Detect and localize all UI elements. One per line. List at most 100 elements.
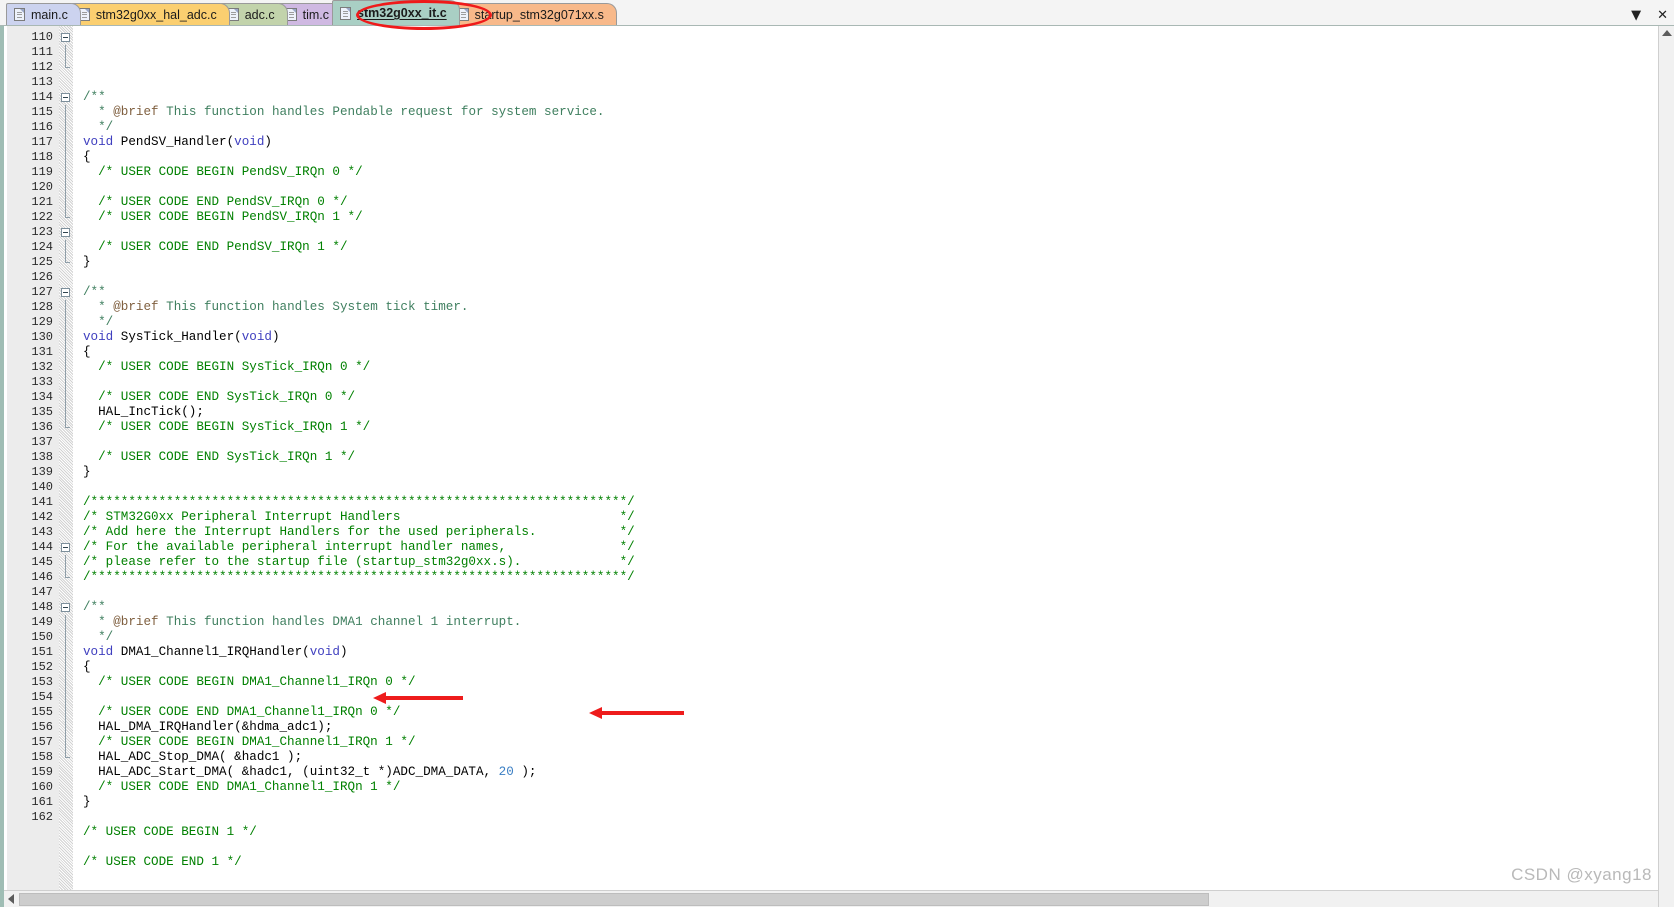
- code-line: /**: [83, 285, 1674, 300]
- code-token: HAL_DMA_IRQHandler(&hdma_adc1);: [83, 720, 333, 734]
- code-token: HAL_ADC_Start_DMA( &hadc1, (uint32_t *)A…: [83, 765, 499, 779]
- code-text-area[interactable]: /** * @brief This function handles Penda…: [73, 26, 1674, 907]
- line-number: 138: [31, 450, 53, 464]
- code-line: /**: [83, 90, 1674, 105]
- scroll-left-arrow-icon[interactable]: [8, 894, 14, 904]
- code-token: }: [83, 795, 91, 809]
- code-line: * @brief This function handles Pendable …: [83, 105, 1674, 120]
- code-token: @brief: [113, 105, 159, 119]
- code-line: HAL_DMA_IRQHandler(&hdma_adc1);: [83, 720, 1674, 735]
- code-token: /* USER CODE BEGIN DMA1_Channel1_IRQn 0 …: [83, 675, 416, 689]
- fold-guide-line: [65, 240, 66, 255]
- line-number: 113: [31, 75, 53, 89]
- code-folding-margin[interactable]: [59, 26, 73, 907]
- code-line: * @brief This function handles System ti…: [83, 300, 1674, 315]
- code-line: void DMA1_Channel1_IRQHandler(void): [83, 645, 1674, 660]
- fold-marker-cell: [59, 45, 73, 60]
- fold-marker-cell[interactable]: [59, 90, 73, 105]
- fold-marker-cell: [59, 765, 73, 780]
- line-number: 137: [31, 435, 53, 449]
- fold-guide-line: [65, 180, 66, 195]
- fold-marker-cell: [59, 405, 73, 420]
- fold-guide-line: [65, 300, 66, 315]
- code-token: /* USER CODE END PendSV_IRQn 1 */: [83, 240, 348, 254]
- line-number: 139: [31, 465, 53, 479]
- fold-collapse-icon[interactable]: [61, 543, 70, 552]
- line-number: 134: [31, 390, 53, 404]
- scroll-up-arrow-icon[interactable]: [1662, 30, 1672, 36]
- fold-guide-line: [65, 165, 66, 180]
- code-line: /* USER CODE BEGIN PendSV_IRQn 0 */: [83, 165, 1674, 180]
- editor-tab-stm32g0xx-it-c[interactable]: stm32g0xx_it.c: [332, 0, 460, 25]
- fold-end-marker: [65, 210, 70, 218]
- code-line: void PendSV_Handler(void): [83, 135, 1674, 150]
- fold-guide-line: [65, 135, 66, 150]
- code-token: /* USER CODE BEGIN SysTick_IRQn 0 */: [83, 360, 371, 374]
- code-line: /* USER CODE END DMA1_Channel1_IRQn 1 */: [83, 780, 1674, 795]
- code-token: /* USER CODE BEGIN DMA1_Channel1_IRQn 1 …: [83, 735, 416, 749]
- code-token: {: [83, 345, 91, 359]
- fold-guide-line: [65, 615, 66, 630]
- fold-collapse-icon[interactable]: [61, 93, 70, 102]
- fold-marker-cell[interactable]: [59, 540, 73, 555]
- tab-list: main.c stm32g0xx_hal_adc.c adc.c tim.c stm32…: [6, 0, 617, 25]
- line-number: 117: [31, 135, 53, 149]
- code-token: */: [83, 120, 114, 134]
- code-line: {: [83, 150, 1674, 165]
- fold-marker-cell[interactable]: [59, 225, 73, 240]
- close-icon[interactable]: ✕: [1657, 9, 1668, 22]
- line-number: 153: [31, 675, 53, 689]
- code-token: /* USER CODE END SysTick_IRQn 0 */: [83, 390, 356, 404]
- vertical-scrollbar[interactable]: [1658, 26, 1674, 907]
- chevron-down-icon[interactable]: ▼: [1631, 9, 1641, 22]
- editor-tab-label: startup_stm32g071xx.s: [474, 7, 604, 22]
- file-document-icon: [340, 6, 352, 20]
- fold-marker-cell: [59, 435, 73, 450]
- horizontal-scroll-thumb[interactable]: [19, 892, 1209, 906]
- fold-collapse-icon[interactable]: [61, 603, 70, 612]
- fold-marker-cell: [59, 585, 73, 600]
- fold-marker-cell: [59, 720, 73, 735]
- code-token: /* STM32G0xx Peripheral Interrupt Handle…: [83, 510, 635, 524]
- code-token: /* please refer to the startup file (sta…: [83, 555, 635, 569]
- fold-guide-line: [65, 705, 66, 720]
- editor-tab-adc-c[interactable]: adc.c: [219, 3, 288, 25]
- fold-collapse-icon[interactable]: [61, 33, 70, 42]
- editor-tab-startup-stm32g071xx-s[interactable]: startup_stm32g071xx.s: [449, 3, 617, 25]
- fold-marker-cell[interactable]: [59, 600, 73, 615]
- horizontal-scrollbar[interactable]: [4, 890, 1658, 907]
- line-number: 152: [31, 660, 53, 674]
- code-line: /* USER CODE END PendSV_IRQn 0 */: [83, 195, 1674, 210]
- fold-marker-cell: [59, 75, 73, 90]
- fold-marker-cell: [59, 465, 73, 480]
- line-number: 118: [31, 150, 53, 164]
- line-number: 133: [31, 375, 53, 389]
- fold-marker-cell: [59, 675, 73, 690]
- code-line: */: [83, 630, 1674, 645]
- code-token: */: [83, 630, 114, 644]
- editor-tab-main-c[interactable]: main.c: [6, 3, 81, 25]
- code-line: /* Add here the Interrupt Handlers for t…: [83, 525, 1674, 540]
- code-line: }: [83, 795, 1674, 810]
- line-number: 122: [31, 210, 53, 224]
- line-number: 147: [31, 585, 53, 599]
- editor-tab-stm32g0xx-hal-adc-c[interactable]: stm32g0xx_hal_adc.c: [70, 3, 230, 25]
- code-line: /* please refer to the startup file (sta…: [83, 555, 1674, 570]
- fold-collapse-icon[interactable]: [61, 228, 70, 237]
- line-number: 120: [31, 180, 53, 194]
- fold-marker-cell: [59, 555, 73, 570]
- fold-marker-cell[interactable]: [59, 285, 73, 300]
- fold-end-marker: [65, 420, 70, 428]
- fold-marker-cell: [59, 165, 73, 180]
- fold-marker-cell: [59, 210, 73, 225]
- fold-guide-line: [65, 105, 66, 120]
- fold-end-marker: [65, 60, 70, 68]
- line-number: 136: [31, 420, 53, 434]
- fold-marker-cell: [59, 60, 73, 75]
- editor-tab-label: adc.c: [244, 7, 275, 22]
- fold-marker-cell[interactable]: [59, 30, 73, 45]
- fold-collapse-icon[interactable]: [61, 288, 70, 297]
- code-editor[interactable]: 110 111 112 113 114 115 116 117 118 119 120 121 122 1…: [0, 26, 1674, 907]
- code-line: /* USER CODE BEGIN DMA1_Channel1_IRQn 0 …: [83, 675, 1674, 690]
